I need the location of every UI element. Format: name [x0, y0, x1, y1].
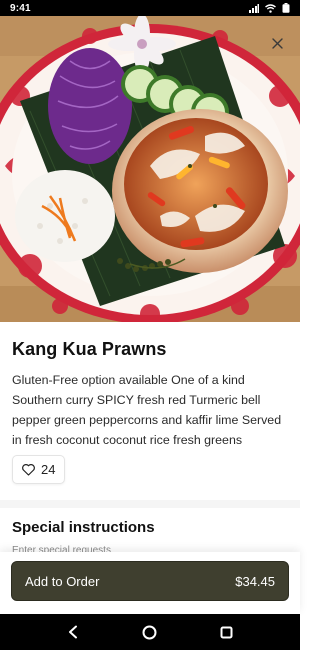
- battery-icon: [282, 3, 290, 13]
- special-instructions-input[interactable]: [12, 541, 288, 552]
- recents-icon: [220, 626, 233, 638]
- section-divider: [0, 500, 300, 508]
- system-nav-bar: [0, 614, 300, 650]
- heart-icon: [22, 463, 35, 476]
- close-icon: [271, 37, 283, 49]
- like-button[interactable]: 24: [12, 455, 66, 484]
- order-price: $34.45: [235, 573, 275, 589]
- item-description: Gluten-Free option available One of a ki…: [12, 373, 282, 447]
- back-button[interactable]: [61, 620, 85, 644]
- home-icon: [142, 625, 157, 639]
- signal-icon: [249, 3, 259, 13]
- wifi-icon: [265, 3, 276, 13]
- special-instructions-title: Special instructions: [12, 519, 155, 536]
- home-button[interactable]: [138, 620, 162, 644]
- status-icons: [249, 3, 290, 13]
- close-button[interactable]: [268, 34, 286, 52]
- add-to-order-label: Add to Order: [25, 573, 100, 589]
- dish-illustration: [0, 16, 300, 322]
- order-bar: Add to Order $34.45: [0, 552, 300, 614]
- add-to-order-button[interactable]: Add to Order $34.45: [11, 561, 289, 601]
- like-count: 24: [41, 462, 56, 477]
- back-icon: [69, 625, 78, 639]
- recents-button[interactable]: [215, 620, 239, 644]
- status-time: 9:41: [10, 2, 31, 14]
- item-title: Kang Kua Prawns: [12, 339, 167, 359]
- status-bar: 9:41: [0, 0, 300, 16]
- item-details: Kang Kua Prawns Gluten-Free option avail…: [0, 322, 300, 552]
- hero-image: [0, 16, 300, 322]
